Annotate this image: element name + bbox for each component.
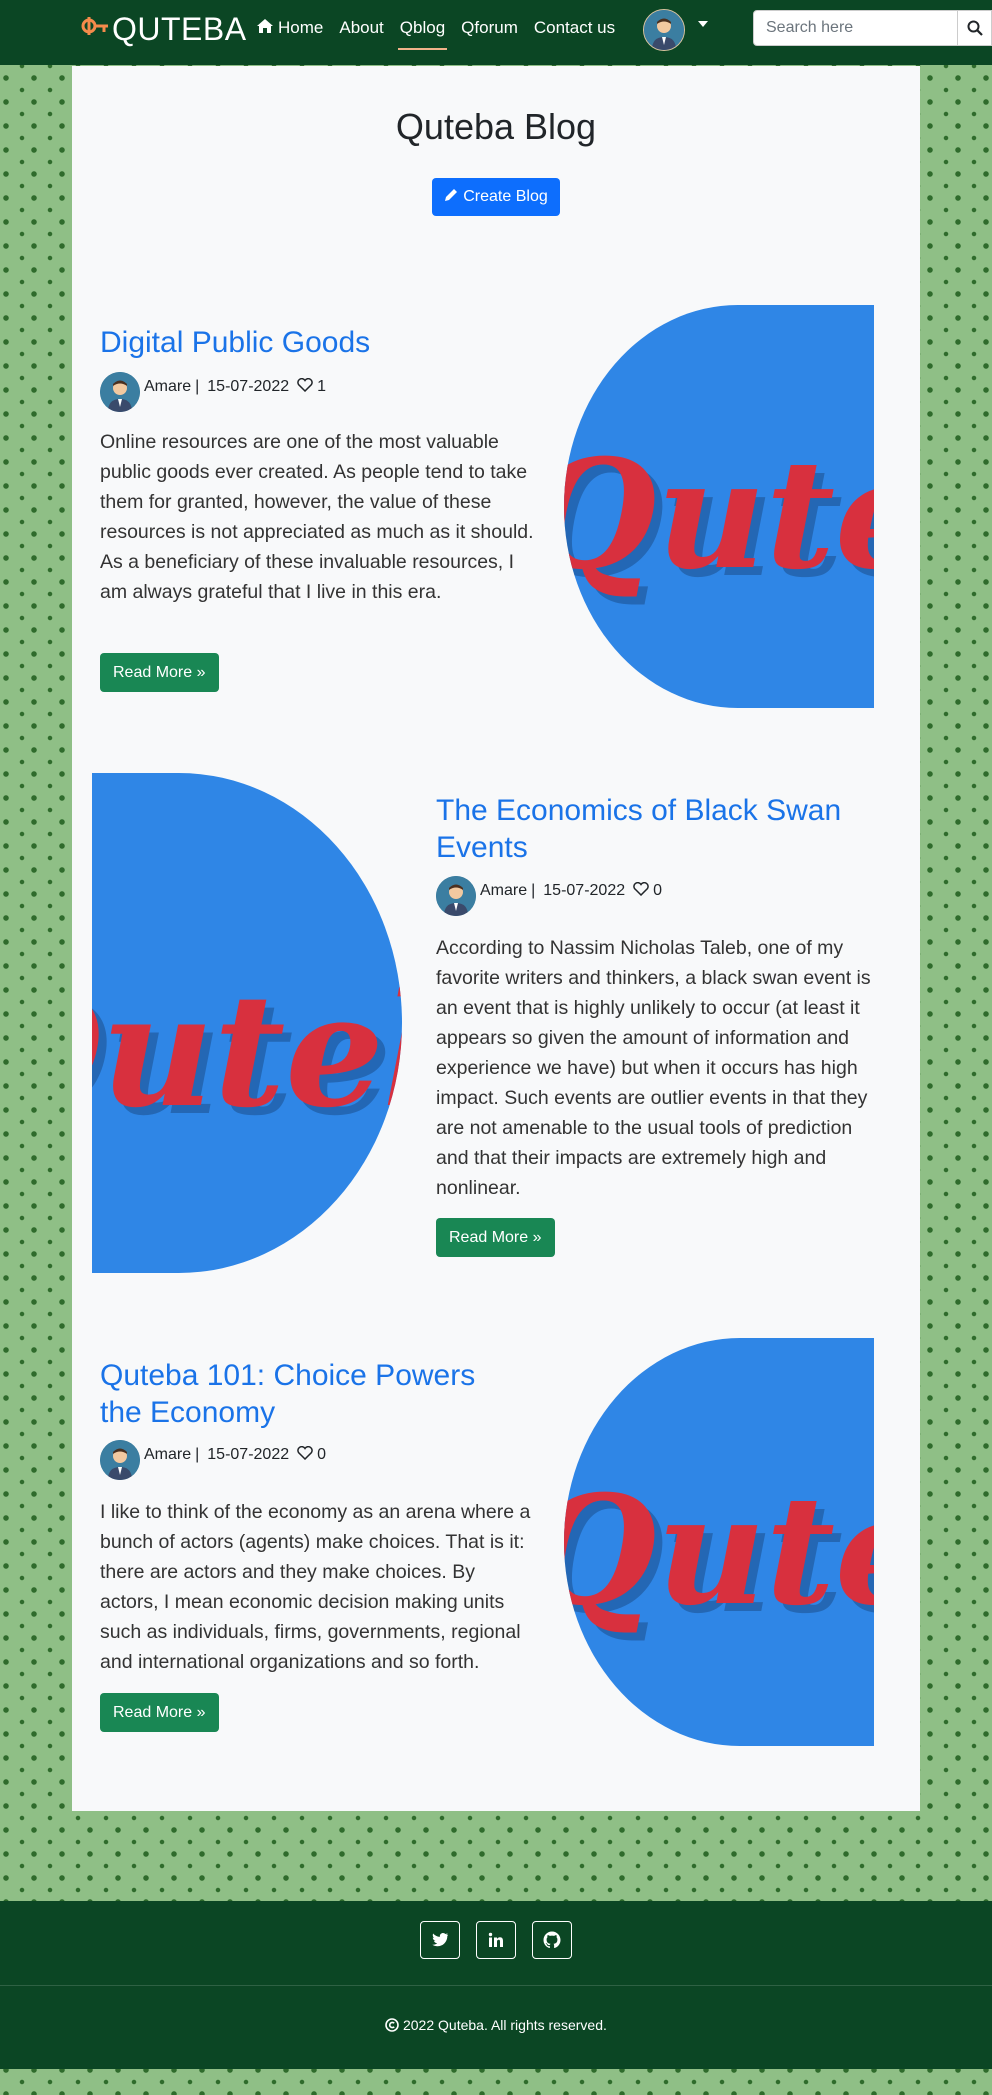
post-thumbnail[interactable]: QutebaQuteba	[564, 305, 874, 708]
nav-link-contact[interactable]: Contact us	[534, 12, 615, 44]
brand-name: QUTEBA	[112, 10, 247, 47]
post-excerpt: Online resources are one of the most val…	[100, 431, 534, 603]
post-author: Amare	[144, 1446, 192, 1463]
create-blog-label: Create Blog	[463, 188, 548, 205]
meta-separator: |	[195, 378, 200, 395]
post-author: Amare	[480, 882, 528, 899]
post-title[interactable]: The Economics of Black Swan Events	[436, 792, 896, 866]
post-likes: 0	[653, 882, 663, 899]
post-thumbnail-text: Quteba	[564, 1463, 874, 1639]
brand-logo[interactable]: QUTEBA	[80, 8, 247, 50]
post-meta: Amare | 15-07-2022 0	[436, 866, 662, 916]
post-thumbnail-text: Quteba	[564, 427, 874, 603]
main-content: Quteba Blog Create Blog Digital Public G…	[72, 66, 920, 1811]
copyright-text: 2022 Quteba. All rights reserved.	[402, 2017, 607, 2033]
post-thumbnail[interactable]: QutebaQuteba	[564, 1338, 874, 1746]
nav-link-home-label: Home	[278, 18, 324, 37]
search-icon	[967, 20, 983, 36]
footer: 2022 Quteba. All rights reserved.	[0, 1901, 992, 2069]
post-title[interactable]: Digital Public Goods	[100, 324, 520, 361]
github-icon[interactable]	[532, 1921, 572, 1959]
post-excerpt: According to Nassim Nicholas Taleb, one …	[436, 937, 871, 1199]
post-title[interactable]: Quteba 101: Choice Powers the Economy	[100, 1357, 520, 1431]
read-more-button[interactable]: Read More »	[436, 1218, 555, 1257]
post-date: 15-07-2022	[207, 378, 290, 395]
nav-link-qblog[interactable]: Qblog	[397, 12, 448, 50]
read-more-button[interactable]: Read More »	[100, 653, 219, 692]
social-links	[0, 1921, 992, 1959]
create-blog-button[interactable]: Create Blog	[432, 178, 560, 216]
post-thumbnail-text: Quteba	[92, 959, 402, 1142]
nav-link-contact-label: Contact us	[533, 18, 616, 37]
nav-link-home[interactable]: Home	[256, 12, 323, 45]
page-title: Quteba Blog	[395, 106, 597, 147]
user-menu-caret-icon[interactable]	[698, 21, 708, 27]
user-avatar[interactable]	[643, 9, 685, 51]
twitter-icon[interactable]	[420, 1921, 460, 1959]
post-date: 15-07-2022	[207, 1446, 290, 1463]
home-icon	[256, 18, 274, 39]
footer-divider	[0, 1985, 992, 1986]
post-thumbnail[interactable]: QutebaQuteba	[92, 773, 402, 1273]
post-likes: 1	[317, 378, 327, 395]
quteba-logo-icon	[80, 12, 110, 46]
read-more-button[interactable]: Read More »	[100, 1693, 219, 1732]
search-form	[753, 10, 992, 46]
post-author: Amare	[144, 378, 192, 395]
nav-link-about[interactable]: About	[339, 12, 383, 44]
nav-link-about-label: About	[339, 18, 384, 37]
pencil-icon	[444, 188, 458, 206]
post-meta: Amare | 15-07-2022 1	[100, 362, 326, 412]
navbar: QUTEBA Home About Qblog Qforum Contact u…	[0, 0, 992, 65]
copyright-icon	[385, 2017, 399, 2033]
author-avatar	[100, 1440, 140, 1480]
nav-links: Home About Qblog Qforum Contact us	[256, 0, 631, 56]
post-likes: 0	[317, 1446, 327, 1463]
author-avatar	[100, 372, 140, 412]
heart-icon[interactable]	[633, 881, 649, 901]
meta-separator: |	[531, 882, 536, 899]
linkedin-icon[interactable]	[476, 1921, 516, 1959]
post-excerpt: I like to think of the economy as an are…	[100, 1501, 531, 1673]
heart-icon[interactable]	[297, 377, 313, 397]
heart-icon[interactable]	[297, 1445, 313, 1465]
author-avatar	[436, 876, 476, 916]
nav-link-qforum[interactable]: Qforum	[461, 12, 518, 44]
post-meta: Amare | 15-07-2022 0	[100, 1430, 326, 1480]
nav-link-qforum-label: Qforum	[461, 18, 518, 37]
nav-link-qblog-label: Qblog	[399, 18, 446, 37]
post-date: 15-07-2022	[543, 882, 626, 899]
meta-separator: |	[195, 1446, 200, 1463]
search-button[interactable]	[958, 10, 992, 46]
search-input[interactable]	[753, 10, 958, 46]
copyright: 2022 Quteba. All rights reserved.	[0, 2017, 992, 2033]
